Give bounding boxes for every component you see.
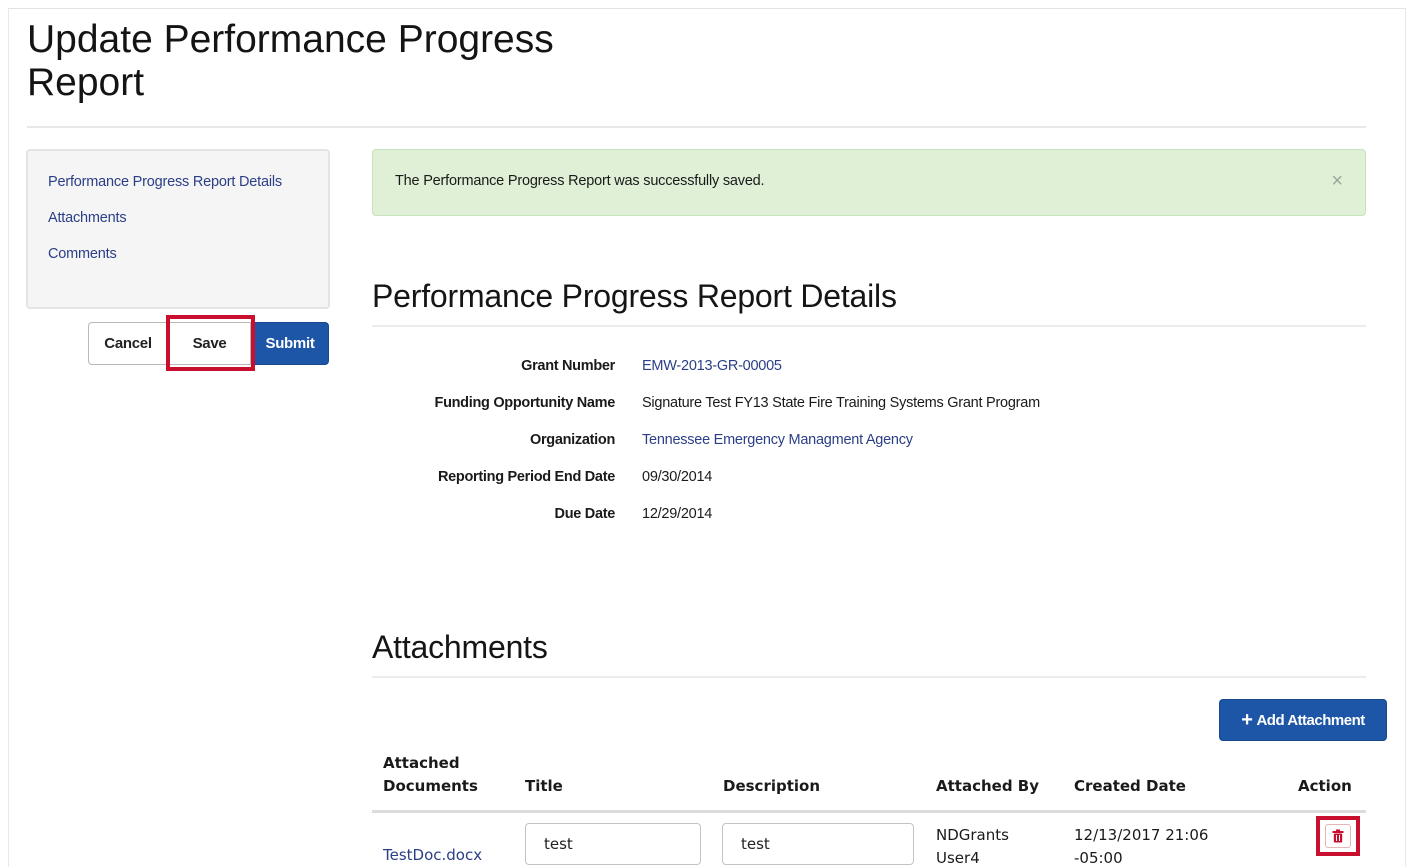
detail-label: Grant Number xyxy=(521,358,615,375)
attachment-document-link[interactable]: TestDoc.docx xyxy=(383,844,482,867)
grant-number-link[interactable]: EMW-2013-GR-00005 xyxy=(642,358,782,374)
attachment-description-input[interactable]: test xyxy=(722,823,914,865)
form-action-buttons: Cancel Save Submit xyxy=(88,315,329,371)
detail-row-period-end-date: Reporting Period End Date 09/30/2014 xyxy=(372,458,1366,495)
column-label: Attached xyxy=(383,754,460,772)
title-divider xyxy=(27,126,1366,128)
detail-value: 09/30/2014 xyxy=(642,468,713,485)
add-attachment-label: Add Attachment xyxy=(1256,711,1365,729)
detail-label: Organization xyxy=(529,431,615,448)
organization-link[interactable]: Tennessee Emergency Managment Agency xyxy=(642,432,913,448)
alert-message: The Performance Progress Report was succ… xyxy=(395,173,765,189)
attachment-attached-by: NDGrants User4 xyxy=(936,824,1009,867)
column-title: Title xyxy=(525,777,563,795)
save-button[interactable]: Save xyxy=(166,315,255,371)
attached-by-line: NDGrants xyxy=(936,826,1009,844)
add-attachment-button[interactable]: + Add Attachment xyxy=(1219,699,1387,741)
created-date-line: 12/13/2017 21:06 xyxy=(1074,826,1209,844)
detail-row-grant-number: Grant Number EMW-2013-GR-00005 xyxy=(372,348,1366,385)
attached-by-line: User4 xyxy=(936,849,980,867)
save-highlight-box xyxy=(166,315,255,371)
detail-row-due-date: Due Date 12/29/2014 xyxy=(372,495,1366,532)
attachment-title-input[interactable]: test xyxy=(525,823,701,865)
close-icon[interactable]: × xyxy=(1331,170,1343,193)
details-heading: Performance Progress Report Details xyxy=(372,278,897,314)
column-description: Description xyxy=(723,777,821,795)
column-action: Action xyxy=(1298,777,1352,795)
detail-label: Reporting Period End Date xyxy=(438,468,615,485)
success-alert: The Performance Progress Report was succ… xyxy=(372,149,1366,216)
delete-highlight-box xyxy=(1316,816,1360,856)
sidebar-nav: Performance Progress Report Details Atta… xyxy=(26,149,330,309)
page-title: Update Performance Progress Report xyxy=(27,18,554,104)
detail-label: Funding Opportunity Name xyxy=(434,395,616,412)
plus-icon: + xyxy=(1241,708,1253,731)
detail-value: 12/29/2014 xyxy=(642,505,713,522)
sidebar-item-comments[interactable]: Comments xyxy=(48,243,308,265)
details-divider xyxy=(372,325,1366,327)
detail-value: Signature Test FY13 State Fire Training … xyxy=(642,395,1040,412)
column-attached-documents: Attached Documents xyxy=(383,752,478,798)
created-date-line: -05:00 xyxy=(1074,849,1123,867)
column-label: Documents xyxy=(383,777,478,795)
submit-button[interactable]: Submit xyxy=(251,322,329,365)
cancel-button[interactable]: Cancel xyxy=(88,322,168,365)
sidebar-item-attachments[interactable]: Attachments xyxy=(48,207,308,229)
sidebar-item-report-details[interactable]: Performance Progress Report Details xyxy=(48,171,288,193)
trash-icon xyxy=(1332,829,1344,843)
delete-attachment-button[interactable] xyxy=(1325,824,1351,848)
attachments-divider xyxy=(372,676,1366,678)
detail-row-funding-opportunity: Funding Opportunity Name Signature Test … xyxy=(372,385,1366,422)
table-header-divider xyxy=(372,810,1366,813)
attachments-table-header: Attached Documents Title Description Att… xyxy=(372,752,1366,810)
column-attached-by: Attached By xyxy=(936,777,1039,795)
attachments-heading: Attachments xyxy=(372,629,548,665)
detail-row-organization: Organization Tennessee Emergency Managme… xyxy=(372,422,1366,459)
column-created-date: Created Date xyxy=(1074,777,1186,795)
details-list: Grant Number EMW-2013-GR-00005 Funding O… xyxy=(372,348,1366,532)
attachment-created-date: 12/13/2017 21:06 -05:00 xyxy=(1074,824,1208,867)
detail-label: Due Date xyxy=(554,505,616,522)
